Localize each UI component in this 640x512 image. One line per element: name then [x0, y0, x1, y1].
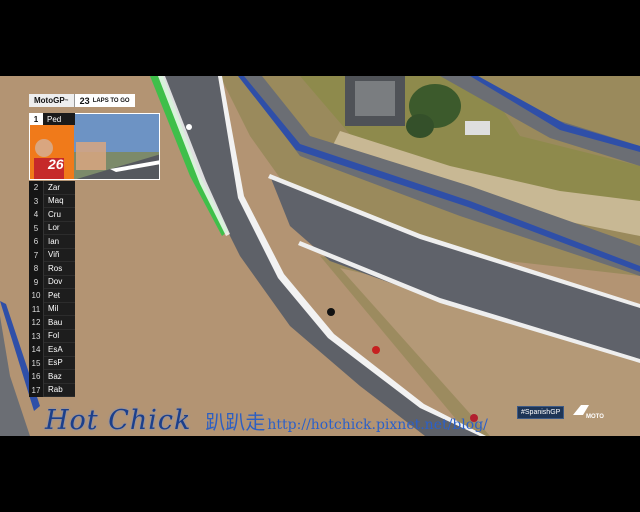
standings-row: 14 EsA: [29, 343, 75, 357]
standings-position: 13: [29, 329, 44, 343]
standings-rider-name: EsA: [44, 343, 75, 357]
standings-row: 3 Maq: [29, 194, 75, 208]
standings-position: 4: [29, 208, 44, 222]
standings-row: 17 Rab: [29, 383, 75, 397]
leader-name: Ped: [43, 113, 75, 125]
laps-to-go: 23 LAPS TO GO: [74, 94, 135, 107]
standings-rider-name: Zar: [44, 181, 75, 195]
race-video: MotoGP ™ 23 LAPS TO GO 26 1 Ped 2 Zar 3 …: [0, 76, 640, 436]
standings-row: 10 Pet: [29, 289, 75, 303]
standings-position: 3: [29, 194, 44, 208]
standings-rider-name: Baz: [44, 370, 75, 384]
standings-rider-name: Pet: [44, 289, 75, 303]
standings-row: 12 Bau: [29, 316, 75, 330]
standings-row: 16 Baz: [29, 370, 75, 384]
standings-rider-name: Rab: [44, 383, 75, 397]
leader-position: 1: [29, 113, 43, 125]
laps-to-go-bar: MotoGP ™ 23 LAPS TO GO: [29, 94, 135, 107]
standings-position: 5: [29, 221, 44, 235]
standings-row: 6 Ian: [29, 235, 75, 249]
standings-position: 16: [29, 370, 44, 384]
event-hashtag: #SpanishGP: [517, 406, 565, 419]
laps-text: LAPS TO GO: [92, 97, 130, 104]
standings-position: 2: [29, 181, 44, 195]
standings-position: 17: [29, 383, 44, 397]
leader-rider-number: 26: [48, 156, 64, 172]
series-label-text: MotoGP: [34, 96, 65, 105]
standings-rider-name: Bau: [44, 316, 75, 330]
standings-rider-name: Cru: [44, 208, 75, 222]
standings-rider-name: Ian: [44, 235, 75, 249]
leader-row: 1 Ped: [29, 113, 75, 125]
standings-rider-name: Lor: [44, 221, 75, 235]
standings-row: 11 Mil: [29, 302, 75, 316]
standings-row: 13 Fol: [29, 329, 75, 343]
standings-position: 15: [29, 356, 44, 370]
letterbox-frame: MotoGP ™ 23 LAPS TO GO 26 1 Ped 2 Zar 3 …: [0, 0, 640, 512]
standings-position: 14: [29, 343, 44, 357]
standings-row: 15 EsP: [29, 356, 75, 370]
series-label: MotoGP ™: [29, 94, 75, 107]
standings-row: 9 Dov: [29, 275, 75, 289]
standings-rider-name: Ros: [44, 262, 75, 276]
laps-number: 23: [79, 95, 90, 106]
standings-row: 7 Viñ: [29, 248, 75, 262]
standings-position: 7: [29, 248, 44, 262]
standings-position: 9: [29, 275, 44, 289]
standings-rider-name: Viñ: [44, 248, 75, 262]
standings-row: 2 Zar: [29, 181, 75, 195]
svg-text:MOTO: MOTO: [586, 414, 604, 420]
motogp-logo-icon: MOTO: [573, 405, 604, 420]
standings-position: 12: [29, 316, 44, 330]
blog-watermark: Hot Chick 趴趴走 http://hotchick.pixnet.net/b…: [45, 405, 488, 445]
standings-rider-name: Maq: [44, 194, 75, 208]
standings-list: 2 Zar 3 Maq 4 Cru 5 Lor 6 Ian 7 Viñ 8 Ros 9 Dov 10 Pet 11 M…: [29, 181, 75, 397]
standings-position: 11: [29, 302, 44, 316]
watermark-script: Hot Chick: [45, 405, 192, 436]
standings-rider-name: Mil: [44, 302, 75, 316]
standings-row: 4 Cru: [29, 208, 75, 222]
standings-position: 6: [29, 235, 44, 249]
watermark-url: http://hotchick.pixnet.net/blog/: [267, 417, 488, 433]
standings-position: 8: [29, 262, 44, 276]
standings-row: 8 Ros: [29, 262, 75, 276]
watermark-chinese: 趴趴走: [205, 410, 266, 434]
standings-rider-name: Dov: [44, 275, 75, 289]
series-trademark: ™: [64, 98, 69, 103]
standings-rider-name: EsP: [44, 356, 75, 370]
standings-position: 10: [29, 289, 44, 303]
standings-row: 5 Lor: [29, 221, 75, 235]
standings-rider-name: Fol: [44, 329, 75, 343]
